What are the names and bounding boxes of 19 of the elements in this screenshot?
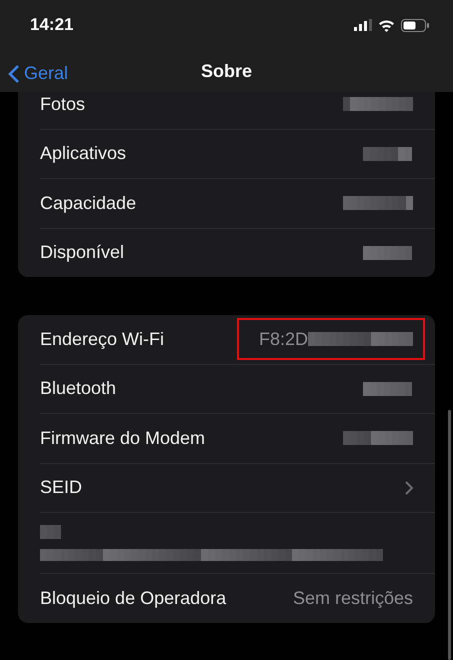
row-value: F8:2D [258,328,308,350]
back-chevron-icon [8,64,20,84]
row-label: Fotos [40,94,86,115]
row-label: Bloqueio de Operadora [40,588,226,609]
row-value: Sem restrições [292,588,413,609]
row-label: Aplicativos [40,143,126,164]
row-label: SEID [40,477,82,498]
signal-icon [354,19,372,31]
row-label: Bluetooth [40,378,116,400]
battery-icon [401,18,429,32]
chevron-icon[interactable] [405,480,413,495]
status-time: 14:21 [30,15,74,35]
page-title: Sobre [200,60,252,82]
row-label: Disponível [40,242,124,264]
wifi-icon [378,18,395,32]
row-label: Firmware do Modem [40,428,206,449]
row-label: Endereço Wi-Fi [40,328,164,350]
row-label: Capacidade [40,192,136,214]
back-button[interactable]: Geral [8,63,68,84]
